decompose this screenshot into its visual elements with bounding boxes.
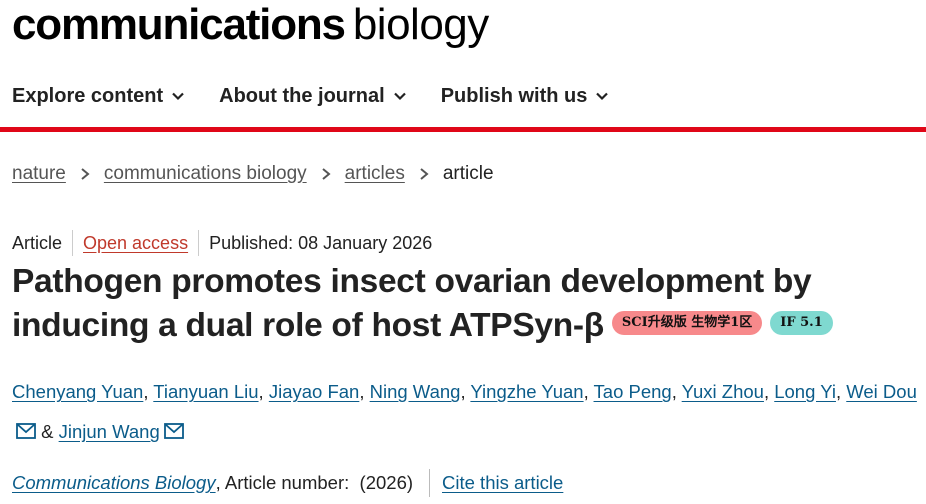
logo-light-text: biology	[352, 0, 489, 49]
nav-item-label: Explore content	[12, 84, 164, 107]
citation-divider	[429, 469, 431, 497]
mail-icon[interactable]	[163, 423, 184, 439]
open-access-link[interactable]: Open access	[83, 233, 188, 254]
logo-bold-text: communications	[12, 0, 346, 49]
author-link[interactable]: Yingzhe Yuan	[470, 381, 583, 402]
breadcrumb-current: article	[442, 163, 494, 184]
main-nav: Explore content About the journal Publis…	[12, 82, 609, 110]
breadcrumb-communications-biology[interactable]: communications biology	[104, 163, 307, 185]
author-link[interactable]: Jiayao Fan	[269, 381, 360, 402]
meta-divider	[198, 230, 200, 256]
article-number: , Article number: (2026)	[215, 472, 414, 493]
impact-factor-badge: IF 5.1	[770, 311, 833, 336]
title-line-2: inducing a dual role of host ATPSyn-β	[12, 307, 604, 344]
nav-item-label: Publish with us	[440, 84, 588, 107]
nav-about-journal[interactable]: About the journal	[219, 82, 407, 110]
meta-divider	[72, 230, 74, 256]
article-type: Article	[12, 232, 63, 253]
chevron-down-icon	[393, 92, 406, 101]
breadcrumb: nature communications biology articles a…	[12, 160, 494, 188]
author-link[interactable]: Yuxi Zhou	[682, 381, 764, 402]
chevron-right-icon	[81, 168, 90, 180]
author-link[interactable]: Chenyang Yuan	[12, 381, 143, 402]
author-list: Chenyang Yuan, Tianyuan Liu, Jiayao Fan,…	[12, 381, 917, 442]
author-link[interactable]: Tianyuan Liu	[153, 381, 258, 402]
cite-this-article-link[interactable]: Cite this article	[442, 472, 563, 494]
title-line-1: Pathogen promotes insect ovarian develop…	[12, 263, 812, 300]
author-link[interactable]: Wei Dou	[846, 381, 917, 402]
article-title: Pathogen promotes insect ovarian develop…	[12, 260, 917, 348]
author-link[interactable]: Tao Peng	[594, 381, 672, 402]
breadcrumb-articles[interactable]: articles	[345, 163, 405, 185]
journal-logo[interactable]: communications biology	[12, 0, 489, 49]
nav-explore-content[interactable]: Explore content	[12, 82, 185, 110]
header-accent-bar	[0, 127, 926, 132]
author-link[interactable]: Jinjun Wang	[59, 421, 160, 442]
chevron-down-icon	[172, 92, 184, 101]
chevron-right-icon	[322, 168, 331, 180]
chevron-right-icon	[420, 168, 429, 180]
journal-link[interactable]: Communications Biology	[12, 472, 216, 494]
author-link[interactable]: Ning Wang	[370, 381, 461, 402]
breadcrumb-nature[interactable]: nature	[12, 163, 66, 185]
citation-line: Communications Biology , Article number:…	[12, 468, 563, 498]
mail-icon[interactable]	[16, 423, 36, 439]
sci-rank-badge: SCI升级版 生物学1区	[611, 311, 763, 336]
chevron-down-icon	[596, 92, 609, 101]
article-meta: Article Open access Published: 08 Januar…	[12, 230, 432, 256]
nav-publish-with-us[interactable]: Publish with us	[441, 82, 610, 110]
author-link[interactable]: Long Yi	[774, 381, 836, 402]
published-date: Published: 08 January 2026	[209, 232, 433, 253]
nav-item-label: About the journal	[219, 84, 385, 107]
